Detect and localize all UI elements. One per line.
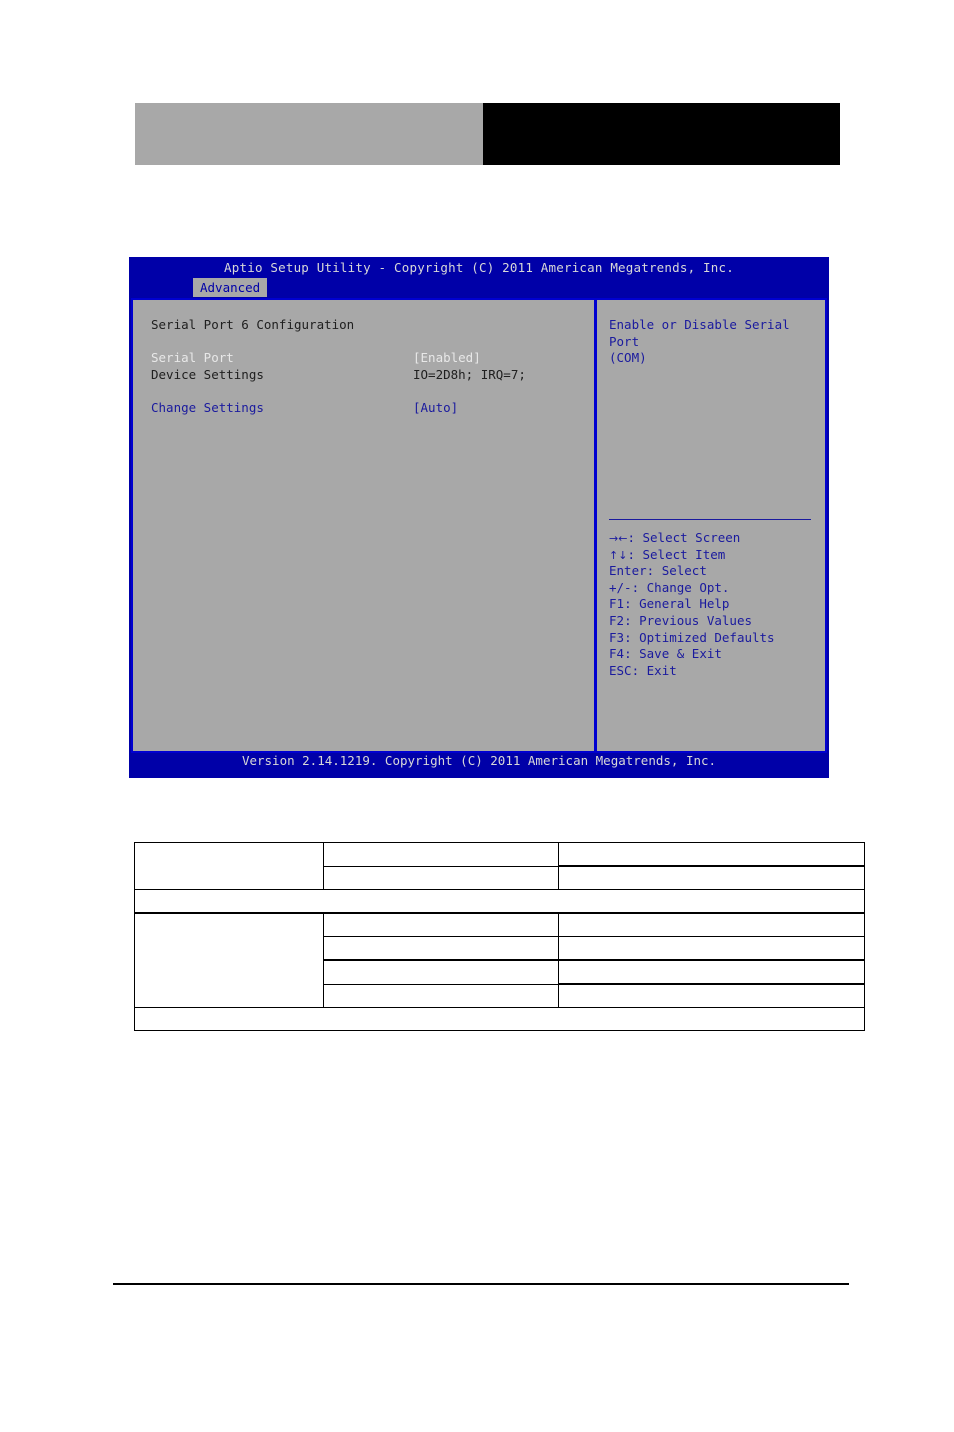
- key-legend-row-f1: F1: General Help: [609, 596, 775, 613]
- table-cell: [323, 865, 559, 890]
- key-legend-action: Previous Values: [639, 612, 753, 628]
- table-row-full-width: [134, 889, 865, 914]
- header-black-block: [483, 103, 840, 165]
- key-legend-action: Change Opt.: [646, 579, 730, 595]
- key-legend-row-f3: F3: Optimized Defaults: [609, 630, 775, 647]
- setting-value-change-settings[interactable]: [Auto]: [413, 400, 458, 417]
- setting-row-serial-port[interactable]: Serial Port [Enabled]: [151, 350, 594, 367]
- table-cell: [558, 912, 865, 937]
- key-legend-row-enter: Enter: Select: [609, 563, 775, 580]
- bios-body: Serial Port 6 Configuration Serial Port …: [131, 298, 827, 753]
- bios-menu-bar: Advanced: [129, 278, 829, 297]
- bios-title-bar: Aptio Setup Utility - Copyright (C) 2011…: [224, 260, 734, 275]
- select-item-arrow-icon: ↑↓: [609, 548, 628, 562]
- table-cell-full-width: [134, 889, 865, 914]
- table-cell: [558, 936, 865, 961]
- key-legend-row-f2: F2: Previous Values: [609, 613, 775, 630]
- table-cell-full-width: [134, 1007, 865, 1031]
- tab-advanced[interactable]: Advanced: [193, 278, 268, 297]
- table-cell: [323, 959, 559, 985]
- key-legend-action: Exit: [646, 662, 677, 678]
- table-cell: [558, 842, 865, 867]
- key-legend-sep: :: [627, 546, 643, 562]
- key-legend-keys: +/-: [609, 579, 632, 595]
- key-legend-action: Select Screen: [642, 530, 741, 545]
- table-cell: [323, 842, 559, 867]
- help-pane: Enable or Disable Serial Port (COM) →←: …: [597, 300, 825, 751]
- spec-table: [134, 842, 865, 1031]
- key-legend-sep: :: [624, 646, 640, 662]
- table-cell-group-one-label: [134, 842, 324, 890]
- key-legend-sep: :: [646, 563, 662, 579]
- setting-label-device-settings: Device Settings: [151, 366, 264, 382]
- key-legend-sep: :: [624, 612, 640, 628]
- key-legend-keys: ESC: [609, 662, 632, 678]
- table-cell: [558, 865, 865, 890]
- setting-row-change-settings[interactable]: Change Settings [Auto]: [151, 400, 594, 417]
- bios-setup-screen: Aptio Setup Utility - Copyright (C) 2011…: [129, 257, 829, 778]
- key-legend-sep: :: [624, 596, 640, 612]
- table-cell: [323, 936, 559, 961]
- select-screen-arrow-icon: →←: [609, 532, 628, 545]
- key-legend-sep: :: [631, 662, 647, 678]
- header-grey-block: [135, 103, 483, 165]
- setting-value-device-settings: IO=2D8h; IRQ=7;: [413, 366, 526, 382]
- table-cell: [323, 912, 559, 937]
- key-legend-action: Select Item: [642, 546, 726, 562]
- key-legend-action: Optimized Defaults: [639, 629, 775, 645]
- table-cell: [558, 983, 865, 1008]
- table-row: [134, 842, 865, 890]
- setting-label-change-settings[interactable]: Change Settings: [151, 400, 264, 417]
- setting-row-device-settings: Device Settings IO=2D8h; IRQ=7;: [151, 367, 594, 384]
- row-spacer: [151, 334, 594, 351]
- key-legend-action: General Help: [639, 596, 730, 612]
- help-separator: [609, 519, 811, 520]
- settings-pane: Serial Port 6 Configuration Serial Port …: [133, 300, 594, 751]
- setting-label-serial-port: Serial Port: [151, 350, 234, 366]
- bios-footer-bar: Version 2.14.1219. Copyright (C) 2011 Am…: [241, 753, 717, 768]
- key-legend-row-select-screen: →←: Select Screen: [609, 530, 775, 547]
- key-legend-row-f4: F4: Save & Exit: [609, 646, 775, 663]
- key-legend-row-esc: ESC: Exit: [609, 663, 775, 680]
- help-text: Enable or Disable Serial Port (COM): [609, 317, 790, 366]
- key-legend: →←: Select Screen ↑↓: Select Item Enter:…: [609, 530, 775, 679]
- key-legend-row-change-opt: +/-: Change Opt.: [609, 580, 775, 597]
- key-legend-sep: :: [627, 530, 643, 545]
- section-title-row: Serial Port 6 Configuration: [151, 317, 594, 334]
- row-spacer: [151, 383, 594, 400]
- setting-value-serial-port[interactable]: [Enabled]: [413, 350, 481, 367]
- page-header-banner: [135, 103, 840, 165]
- table-row: [134, 912, 865, 1008]
- key-legend-action: Save & Exit: [639, 646, 722, 662]
- table-cell-group-two-label: [134, 912, 324, 1008]
- key-legend-row-select-item: ↑↓: Select Item: [609, 547, 775, 564]
- key-legend-sep: :: [631, 579, 647, 595]
- key-legend-action: Select: [661, 563, 707, 579]
- table-row-full-width: [134, 1007, 865, 1031]
- key-legend-keys: Enter: [609, 563, 647, 579]
- key-legend-keys: F4: [609, 646, 625, 662]
- key-legend-keys: F2: [609, 612, 625, 628]
- key-legend-keys: F1: [609, 596, 625, 612]
- table-cell: [323, 983, 559, 1008]
- table-cell: [558, 959, 865, 985]
- page-bottom-rule: [113, 1283, 849, 1285]
- section-title: Serial Port 6 Configuration: [151, 317, 355, 332]
- key-legend-keys: F3: [609, 629, 625, 645]
- key-legend-sep: :: [624, 629, 640, 645]
